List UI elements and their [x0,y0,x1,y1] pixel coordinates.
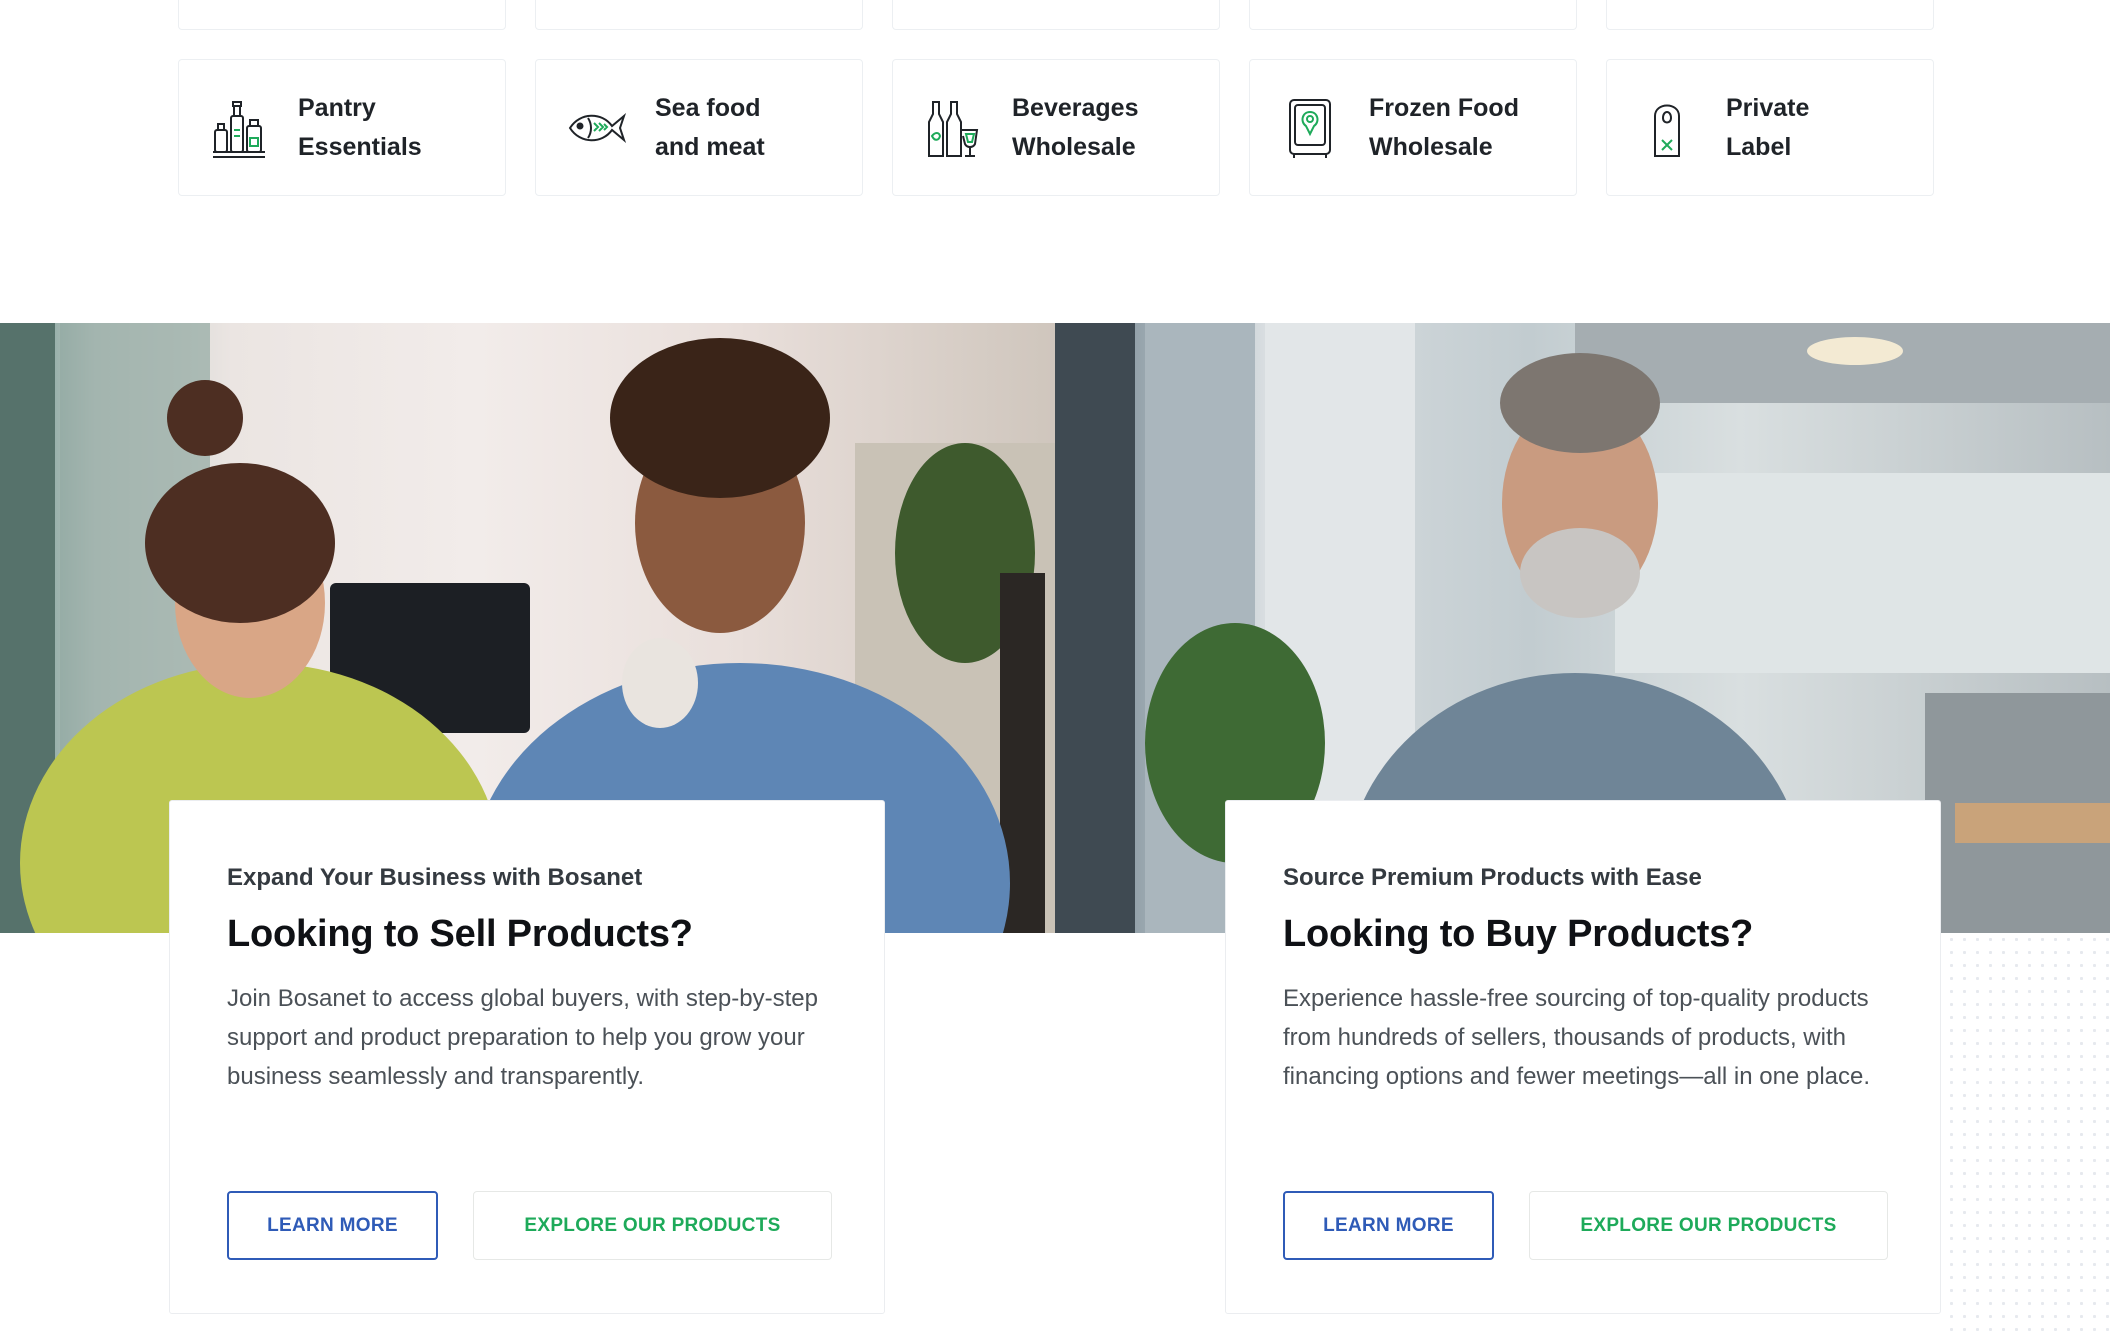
category-card-partial[interactable] [1606,0,1934,30]
category-card-partial[interactable] [1249,0,1577,30]
door-hanger-tag-icon [1637,96,1697,160]
category-card-frozen[interactable]: Frozen Food Wholesale [1249,59,1577,196]
buy-explore-products-button[interactable]: EXPLORE OUR PRODUCTS [1529,1191,1888,1260]
dotted-pattern [1945,933,2110,1338]
buy-title: Looking to Buy Products? [1283,913,1754,955]
category-label: Pantry Essentials [298,93,422,161]
fish-icon [566,96,626,160]
category-card-private-label[interactable]: Private Label [1606,59,1934,196]
category-row: Pantry Essentials Sea food and meat Beve… [178,59,1934,196]
category-label: Sea food and meat [655,93,765,161]
sell-products-card: Expand Your Business with Bosanet Lookin… [169,800,885,1314]
category-label: Private Label [1726,93,1810,161]
category-card-partial[interactable] [535,0,863,30]
category-card-beverages[interactable]: Beverages Wholesale [892,59,1220,196]
freezer-icon [1280,96,1340,160]
category-card-pantry[interactable]: Pantry Essentials [178,59,506,196]
buy-eyebrow: Source Premium Products with Ease [1283,864,1702,891]
sell-eyebrow: Expand Your Business with Bosanet [227,864,643,891]
buy-description: Experience hassle-free sourcing of top-q… [1283,985,1871,1090]
category-card-partial[interactable] [892,0,1220,30]
sell-buttons: LEARN MORE EXPLORE OUR PRODUCTS [227,1191,832,1260]
sell-learn-more-button[interactable]: LEARN MORE [227,1191,438,1260]
buy-learn-more-button[interactable]: LEARN MORE [1283,1191,1494,1260]
buy-products-card: Source Premium Products with Ease Lookin… [1225,800,1941,1314]
sell-explore-products-button[interactable]: EXPLORE OUR PRODUCTS [473,1191,832,1260]
pantry-bottles-icon [209,96,269,160]
category-row-partial [178,0,1934,30]
beverage-bottles-icon [923,96,983,160]
category-label: Frozen Food Wholesale [1369,93,1519,161]
category-card-seafood[interactable]: Sea food and meat [535,59,863,196]
category-card-partial[interactable] [178,0,506,30]
buy-buttons: LEARN MORE EXPLORE OUR PRODUCTS [1283,1191,1888,1260]
category-label: Beverages Wholesale [1012,93,1139,161]
sell-title: Looking to Sell Products? [227,913,693,955]
sell-description: Join Bosanet to access global buyers, wi… [227,985,818,1090]
